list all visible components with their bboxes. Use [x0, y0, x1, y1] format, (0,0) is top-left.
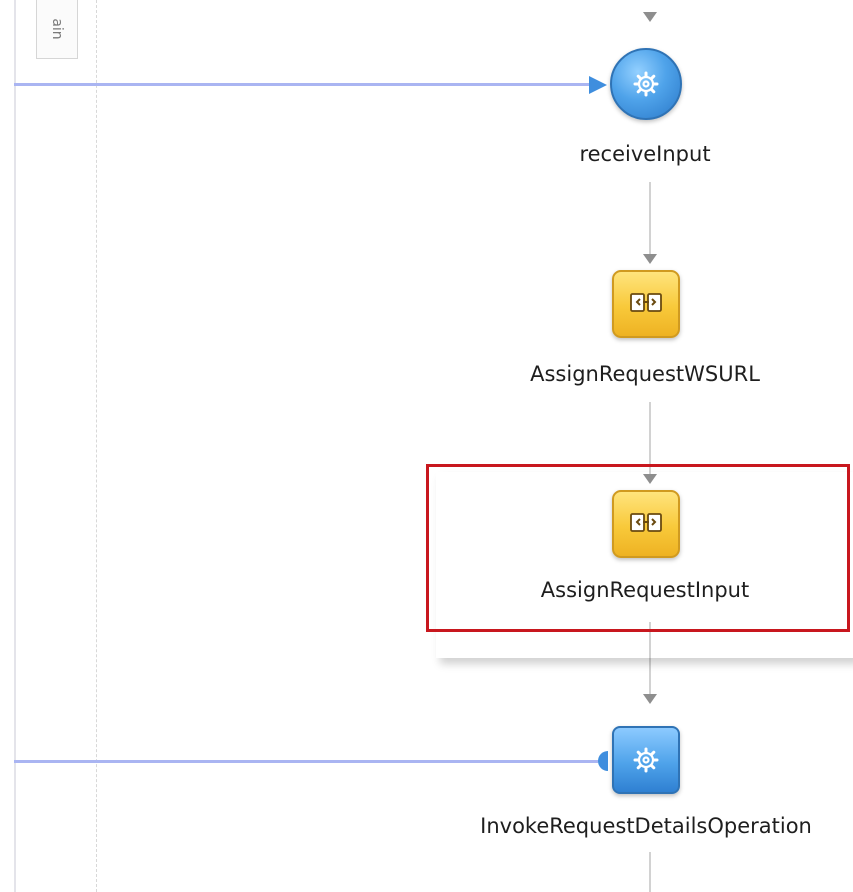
partner-link-invoke[interactable]	[14, 760, 598, 763]
invoke-request-details-activity[interactable]	[612, 726, 680, 794]
flow-arrow	[643, 254, 657, 264]
activity-label-receive-input[interactable]: receiveInput	[579, 142, 710, 166]
selection-highlight	[426, 464, 850, 632]
receive-input-activity[interactable]	[610, 48, 682, 120]
assign-request-wsurl-activity[interactable]	[612, 270, 680, 338]
gear-icon	[633, 71, 659, 97]
flow-arrow	[643, 694, 657, 704]
assign-icon	[630, 293, 662, 312]
gear-icon	[633, 747, 659, 773]
partner-link-receive[interactable]	[14, 83, 596, 86]
swimlane-border	[14, 0, 16, 892]
receive-arrowhead	[589, 76, 607, 94]
swimlane-tab[interactable]: ain	[36, 0, 78, 59]
swimlane-tab-label: ain	[49, 18, 65, 40]
invoke-port	[598, 751, 608, 771]
swimlane-divider	[96, 0, 97, 892]
activity-label-assign-request-wsurl[interactable]: AssignRequestWSURL	[530, 362, 760, 386]
activity-label-invoke-request-details[interactable]: InvokeRequestDetailsOperation	[480, 814, 812, 838]
flow-connector	[649, 182, 651, 254]
flow-connector	[649, 852, 651, 892]
flow-arrow	[643, 12, 657, 22]
